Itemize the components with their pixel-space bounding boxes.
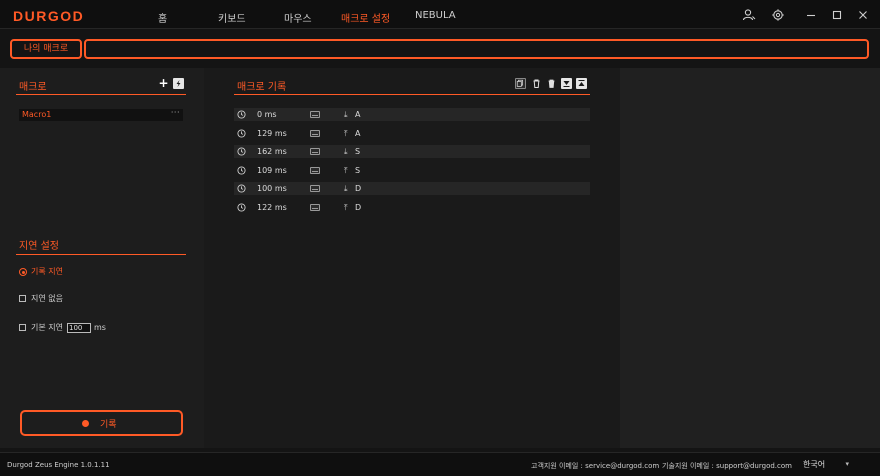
key-up-icon: ⤒ xyxy=(344,129,348,138)
record-key: A xyxy=(355,110,361,119)
clock-icon xyxy=(237,203,246,212)
nav-nebula[interactable]: NEBULA xyxy=(415,10,456,21)
default-delay-input[interactable] xyxy=(67,323,91,333)
record-button-label: 기록 xyxy=(100,420,117,430)
nav-macro-settings[interactable]: 매크로 설정 xyxy=(341,10,390,25)
delay-unit-label: ms xyxy=(94,323,106,332)
language-label: 한국어 xyxy=(803,460,826,469)
maximize-icon[interactable] xyxy=(829,7,845,23)
delete-icon[interactable] xyxy=(531,78,542,89)
record-row[interactable]: 162 ms ⤓ S xyxy=(234,145,590,158)
keyboard-icon xyxy=(310,204,320,211)
record-row[interactable]: 122 ms ⤒ D xyxy=(234,201,590,214)
record-delay: 162 ms xyxy=(257,147,287,156)
clock-icon xyxy=(237,129,246,138)
default-delay-option[interactable]: 기본 지연 ms xyxy=(19,322,139,334)
nav-home[interactable]: 홈 xyxy=(158,10,167,25)
no-delay-label: 지연 없음 xyxy=(31,294,63,303)
tech-support-email: 기술지원 이메일 : support@durgod.com xyxy=(662,462,792,470)
my-macro-button[interactable]: 나의 매크로 xyxy=(10,39,82,59)
key-up-icon: ⤒ xyxy=(344,203,348,212)
status-bar: Durgod Zeus Engine 1.0.1.11 고객지원 이메일 : s… xyxy=(0,452,880,476)
import-macro-icon[interactable] xyxy=(173,78,184,89)
move-up-icon[interactable] xyxy=(576,78,587,89)
record-delay: 122 ms xyxy=(257,203,287,212)
keyboard-icon xyxy=(310,148,320,155)
record-key: S xyxy=(355,147,361,156)
record-dot-icon xyxy=(82,420,89,427)
record-row[interactable]: 0 ms ⤓ A xyxy=(234,108,590,121)
clock-icon xyxy=(237,110,246,119)
key-down-icon: ⤓ xyxy=(344,147,348,156)
record-delay: 100 ms xyxy=(257,184,287,193)
keyboard-icon xyxy=(310,167,320,174)
add-macro-button[interactable]: + xyxy=(158,77,169,89)
clock-icon xyxy=(237,166,246,175)
preview-panel xyxy=(620,68,880,448)
record-delay: 109 ms xyxy=(257,166,287,175)
gear-icon[interactable] xyxy=(770,7,786,23)
record-delay: 0 ms xyxy=(257,110,277,119)
nav-mouse[interactable]: 마우스 xyxy=(284,10,312,25)
language-select[interactable]: 한국어 ▾ xyxy=(803,458,851,471)
no-delay-checkbox[interactable] xyxy=(19,295,26,302)
customer-support-email: 고객지원 이메일 : service@durgod.com xyxy=(531,462,660,470)
version-label: Durgod Zeus Engine 1.0.1.11 xyxy=(7,461,110,469)
record-delay: 129 ms xyxy=(257,129,287,138)
copy-icon[interactable] xyxy=(515,78,526,89)
default-delay-label: 기본 지연 xyxy=(31,323,63,332)
macro-name-field[interactable] xyxy=(84,39,869,59)
delay-settings-title: 지연 설정 xyxy=(19,241,59,252)
move-down-icon[interactable] xyxy=(561,78,572,89)
macro-bar: 나의 매크로 xyxy=(0,30,880,66)
keyboard-icon xyxy=(310,185,320,192)
user-icon[interactable] xyxy=(741,7,757,23)
macro-item-name: Macro1 xyxy=(22,110,52,119)
macro-record-title: 매크로 기록 xyxy=(237,82,287,93)
delete-all-icon[interactable] xyxy=(546,78,557,89)
macro-list-divider xyxy=(16,94,186,95)
minimize-icon[interactable] xyxy=(803,7,819,23)
record-delay-radio[interactable] xyxy=(19,268,27,276)
record-key: D xyxy=(355,184,362,193)
nav-keyboard[interactable]: 키보드 xyxy=(218,10,246,25)
macro-record-panel xyxy=(204,68,620,448)
keyboard-icon xyxy=(310,130,320,137)
key-down-icon: ⤓ xyxy=(344,110,348,119)
chevron-down-icon: ▾ xyxy=(845,460,849,468)
top-bar: DURGOD 홈 키보드 마우스 매크로 설정 NEBULA xyxy=(0,0,880,29)
record-key: S xyxy=(355,166,361,175)
delay-settings-divider xyxy=(16,254,186,255)
more-options-icon[interactable]: ··· xyxy=(171,107,180,119)
record-row[interactable]: 100 ms ⤓ D xyxy=(234,182,590,195)
clock-icon xyxy=(237,184,246,193)
default-delay-checkbox[interactable] xyxy=(19,324,26,331)
record-key: D xyxy=(355,203,362,212)
clock-icon xyxy=(237,147,246,156)
key-up-icon: ⤒ xyxy=(344,166,348,175)
macro-list-title: 매크로 xyxy=(19,82,47,93)
record-delay-label: 기록 지연 xyxy=(31,267,63,276)
record-row[interactable]: 109 ms ⤒ S xyxy=(234,164,590,177)
record-row[interactable]: 129 ms ⤒ A xyxy=(234,127,590,140)
macro-record-divider xyxy=(234,94,590,95)
key-down-icon: ⤓ xyxy=(344,184,348,193)
record-key: A xyxy=(355,129,361,138)
brand-logo: DURGOD xyxy=(13,8,85,24)
macro-list-item[interactable]: Macro1 ··· xyxy=(19,107,183,121)
keyboard-icon xyxy=(310,111,320,118)
close-icon[interactable] xyxy=(855,7,871,23)
macro-list-panel xyxy=(0,68,204,448)
record-button[interactable]: 기록 xyxy=(20,410,183,436)
